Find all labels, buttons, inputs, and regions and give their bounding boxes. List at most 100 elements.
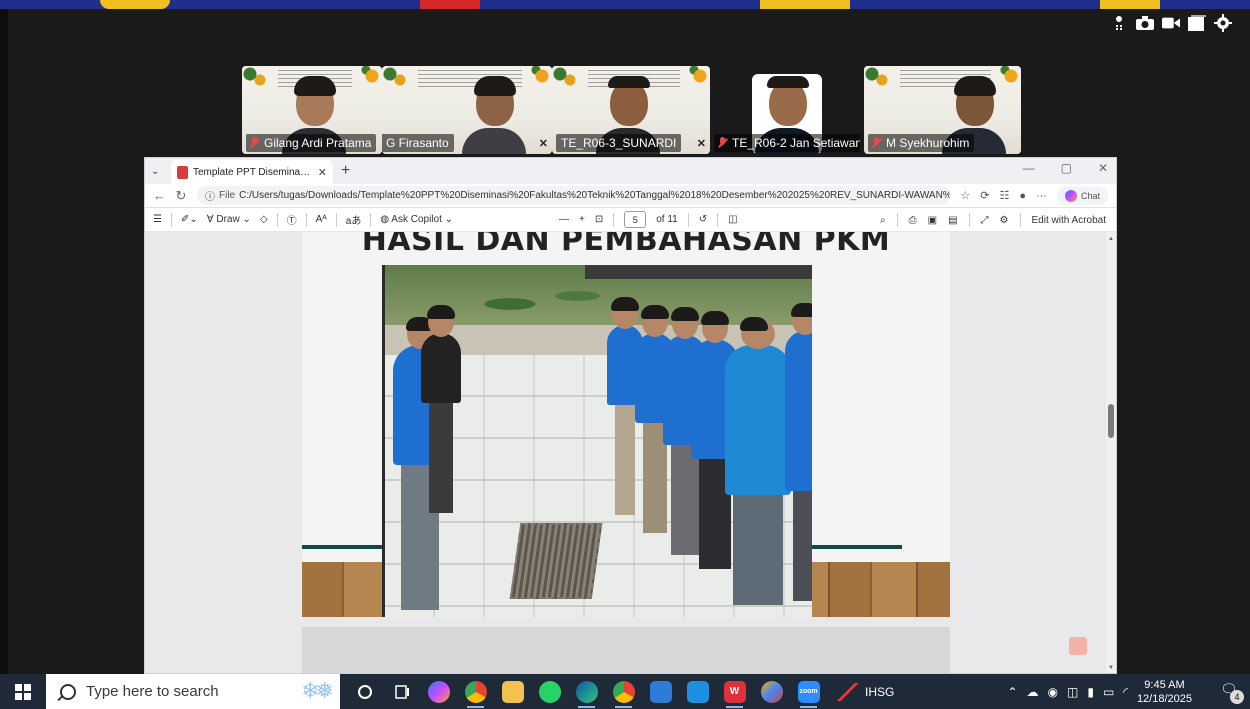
address-bar-row: ← ↻ ⓘ File C:/Users/tugas/Downloads/Temp… (145, 184, 1116, 208)
stock-chart-icon (837, 682, 859, 701)
close-icon: ✕ (696, 138, 706, 150)
slide-photo (382, 265, 812, 617)
tray-chevron-icon[interactable]: ⌃ (1007, 685, 1017, 699)
pdf-viewport[interactable]: HASIL DAN PEMBAHASAN PKM (145, 232, 1107, 673)
snowflake-icon: ❄❅ (301, 678, 334, 703)
favorite-icon[interactable]: ☆ (960, 189, 970, 202)
video-icon[interactable] (1162, 14, 1180, 32)
file-explorer-icon[interactable] (494, 674, 531, 709)
maximize-icon[interactable]: ▢ (1061, 161, 1072, 175)
participant-tile-gilang[interactable]: Gilang Ardi Pratama (242, 66, 382, 154)
tab-pdf[interactable]: Template PPT Diseminasi Fakultas ✕ (171, 160, 333, 184)
page-number-input[interactable]: 5 (624, 211, 647, 228)
rotate-icon[interactable]: ↺ (699, 214, 707, 225)
cortana-icon[interactable] (346, 674, 383, 709)
read-aloud-icon[interactable]: Aᴬ (316, 214, 327, 225)
translate-icon[interactable]: aあ (346, 212, 362, 227)
participant-tile-firasanto[interactable]: G Firasanto ✕ (382, 66, 552, 154)
zoom-top-controls (1110, 14, 1232, 32)
ask-copilot-button[interactable]: ◍ Ask Copilot ⌄ (380, 214, 453, 225)
task-view-icon[interactable] (383, 674, 420, 709)
refresh-page-icon[interactable]: ⟳ (980, 189, 989, 202)
close-icon: ✕ (538, 138, 548, 150)
mic-muted-icon (250, 137, 260, 149)
pdf-icon (177, 165, 188, 179)
participant-tile-setiawan[interactable]: TE_R06-2 Jan Setiawan (710, 66, 860, 154)
notification-button[interactable]: 🗨 4 (1220, 681, 1244, 704)
windows-icon (15, 683, 31, 700)
camera-icon[interactable] (1136, 14, 1154, 32)
profile-icon[interactable]: ● (1019, 190, 1026, 202)
more-icon[interactable]: ··· (1036, 190, 1047, 202)
fit-page-icon[interactable]: ⊡ (595, 214, 603, 225)
tab-actions-icon[interactable]: ⌄ (151, 166, 171, 177)
wifi-icon[interactable]: ◜ (1123, 685, 1128, 699)
mic-muted-icon (872, 137, 882, 149)
participant-tile-syekhurohim[interactable]: M Syekhurohim (864, 66, 1021, 154)
tab-bar: ⌄ Template PPT Diseminasi Fakultas ✕ + —… (145, 158, 1116, 184)
gear-icon[interactable] (1214, 14, 1232, 32)
search-icon[interactable]: ⌕ (880, 215, 886, 226)
eraser-icon[interactable]: ◇ (260, 214, 268, 225)
whatsapp-icon[interactable] (531, 674, 568, 709)
chrome-icon[interactable] (457, 674, 494, 709)
text-box-icon[interactable]: Ⓣ (287, 212, 297, 227)
clock[interactable]: 9:45 AM 12/18/2025 (1137, 678, 1192, 706)
edit-acrobat-button[interactable]: Edit with Acrobat (1032, 215, 1106, 226)
window-icon[interactable] (1188, 14, 1206, 32)
chrome-profile-icon[interactable] (605, 674, 642, 709)
highlight-icon[interactable]: ✐⌄ (181, 214, 198, 225)
battery-icon[interactable]: ▭ (1103, 685, 1114, 699)
zoom-out-icon[interactable]: — (559, 214, 569, 225)
participant-name: Gilang Ardi Pratama (246, 134, 377, 152)
copilot-icon[interactable] (420, 674, 457, 709)
minimize-icon[interactable]: — (1023, 161, 1035, 175)
window-close-icon[interactable]: ✕ (1098, 161, 1108, 175)
tab-close-icon[interactable]: ✕ (318, 166, 327, 179)
draw-button[interactable]: ∀ Draw ⌄ (207, 214, 251, 225)
window-controls: — ▢ ✕ (1023, 161, 1108, 175)
taskbar: Type here to search ❄❅ W zoom IHSG ⌃ ☁ ◉ (0, 674, 1250, 709)
notification-badge: 4 (1230, 690, 1244, 704)
collections-icon[interactable]: ☷ (999, 189, 1009, 202)
pdf-page: HASIL DAN PEMBAHASAN PKM (302, 232, 950, 617)
url-field[interactable]: ⓘ File C:/Users/tugas/Downloads/Template… (197, 186, 951, 205)
left-band (0, 9, 8, 674)
participant-tile-sunardi[interactable]: TE_R06-3_SUNARDI ✕ (552, 66, 710, 154)
participant-name: M Syekhurohim (868, 134, 975, 152)
save-as-icon[interactable]: ▤ (948, 215, 957, 226)
acrobat-icon[interactable] (1069, 637, 1087, 655)
contents-icon[interactable]: ☰ (153, 214, 162, 225)
fullscreen-icon[interactable]: ⤢ (981, 215, 989, 226)
new-tab-icon[interactable]: + (341, 162, 350, 180)
taskbar-search[interactable]: Type here to search ❄❅ (46, 674, 340, 709)
zoom-in-icon[interactable]: + (579, 214, 585, 225)
paint-icon[interactable] (753, 674, 790, 709)
microphone-icon[interactable]: ▮ (1087, 685, 1094, 699)
refresh-icon[interactable]: ↻ (175, 188, 187, 204)
participant-name: G Firasanto (382, 134, 454, 152)
settings-icon[interactable]: ⚙ (1000, 215, 1009, 226)
edge-icon[interactable] (568, 674, 605, 709)
mail-icon[interactable] (679, 674, 716, 709)
print-icon[interactable]: ⎙ (909, 215, 917, 226)
info-icon: ⓘ (205, 192, 215, 203)
scrollbar-thumb[interactable] (1108, 404, 1114, 438)
system-tray: ⌃ ☁ ◉ ◫ ▮ ▭ ◜ 9:45 AM 12/18/2025 (1007, 674, 1192, 709)
onedrive-icon[interactable]: ☁ (1027, 685, 1039, 699)
ihsg-widget[interactable]: IHSG (837, 682, 894, 701)
store-icon[interactable] (642, 674, 679, 709)
participant-name: TE_R06-3_SUNARDI (556, 134, 682, 152)
pin-icon[interactable] (1110, 14, 1128, 32)
start-button[interactable] (0, 674, 46, 709)
browser-window: ⌄ Template PPT Diseminasi Fakultas ✕ + —… (144, 157, 1117, 674)
wps-icon[interactable]: W (716, 674, 753, 709)
save-icon[interactable]: ▣ (928, 215, 937, 226)
network-app-icon[interactable]: ◉ (1048, 685, 1058, 699)
copilot-chat-button[interactable]: Chat (1056, 186, 1108, 205)
pdf-scrollbar[interactable]: ▲ ▼ (1106, 232, 1116, 673)
meet-icon[interactable]: ◫ (1067, 685, 1078, 699)
back-icon[interactable]: ← (153, 188, 166, 203)
zoom-icon[interactable]: zoom (790, 674, 827, 709)
page-view-icon[interactable]: ◫ (728, 214, 737, 225)
